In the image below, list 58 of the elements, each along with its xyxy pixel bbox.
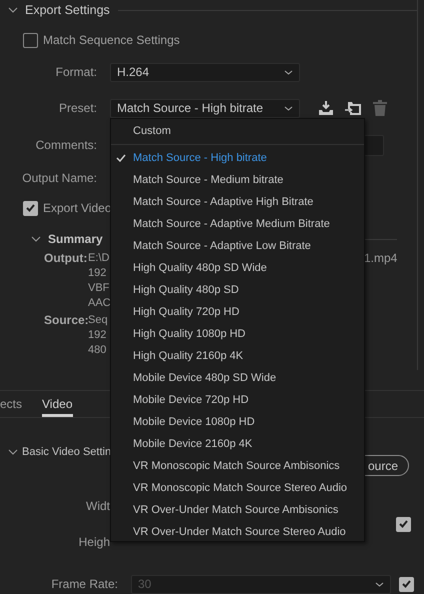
field-label: Comments: [34, 138, 97, 152]
field-label: Frame Rate: [50, 577, 118, 591]
format-dropdown[interactable]: H.264 [110, 62, 300, 82]
summary-value: 480 [88, 343, 108, 358]
menu-item[interactable]: VR Over-Under Match Source Ambisonics [111, 499, 364, 521]
menu-item[interactable]: Match Source - Medium bitrate [111, 169, 364, 191]
checkbox[interactable] [23, 200, 38, 216]
preset-dropdown[interactable]: Match Source - High bitrate [110, 98, 300, 118]
field-label: Heigh [78, 535, 110, 549]
menu-item[interactable]: High Quality 1080p HD [111, 323, 364, 345]
checkbox-label: Match Sequence Settings [43, 33, 180, 47]
summary-label: Source: [44, 313, 86, 329]
download-icon[interactable] [318, 101, 334, 115]
menu-item[interactable]: VR Monoscopic Match Source Stereo Audio [111, 477, 364, 499]
menu-item[interactable]: VR Over-Under Match Source Stereo Audio [111, 521, 364, 543]
menu-item[interactable]: Mobile Device 480p SD Wide [111, 367, 364, 389]
checkmark-icon [402, 580, 411, 588]
summary-value: E:\D [88, 251, 110, 266]
menu-item[interactable]: High Quality 480p SD [111, 279, 364, 301]
menu-item[interactable]: Mobile Device 1080p HD [111, 411, 364, 433]
menu-item[interactable]: Match Source - High bitrate [111, 147, 364, 169]
tab[interactable]: ects [0, 391, 22, 417]
summary-value: VBF [88, 281, 110, 296]
caret-icon [284, 106, 293, 110]
section-title: Basic Video Settin [22, 446, 112, 458]
menu-item[interactable]: High Quality 2160p 4K [111, 345, 364, 367]
checkmark-icon [399, 520, 408, 528]
summary-value: AAC [88, 296, 111, 311]
menu-item[interactable]: High Quality 720p HD [111, 301, 364, 323]
field-label: Preset: [58, 101, 97, 115]
menu-item[interactable]: Mobile Device 2160p 4K [111, 433, 364, 455]
summary-value: 192 [88, 328, 108, 343]
caret-icon [375, 582, 384, 586]
checkmark-icon [26, 204, 35, 212]
caret-icon [284, 70, 293, 74]
chevron-icon[interactable] [8, 449, 18, 455]
menu-item[interactable]: Custom [111, 120, 364, 142]
field-label: Format: [54, 65, 97, 79]
checkbox[interactable] [396, 516, 411, 532]
menu-item[interactable]: High Quality 480p SD Wide [111, 257, 364, 279]
field-label: Output Name: [21, 171, 97, 185]
chevron-icon[interactable] [8, 7, 18, 13]
summary-value: Seq [88, 313, 108, 328]
chevron-icon[interactable] [31, 236, 41, 242]
menu-item[interactable]: Match Source - Adaptive High Bitrate [111, 191, 364, 213]
menu-item[interactable]: Match Source - Adaptive Medium Bitrate [111, 213, 364, 235]
checkmark-icon [116, 154, 126, 162]
tab[interactable]: Video [42, 391, 72, 417]
summary-label: Output: [44, 251, 86, 267]
section-title: Export Settings [25, 3, 110, 17]
summary-title: Summary [48, 232, 103, 246]
summary-value: 1.mp4 [364, 251, 398, 266]
field-label: Widt [85, 499, 110, 513]
summary-value: 192 [88, 266, 108, 281]
folder-import-icon[interactable] [345, 100, 362, 116]
menu-item[interactable]: Mobile Device 720p HD [111, 389, 364, 411]
menu-item[interactable]: Match Source - Adaptive Low Bitrate [111, 235, 364, 257]
checkbox[interactable] [23, 32, 38, 48]
